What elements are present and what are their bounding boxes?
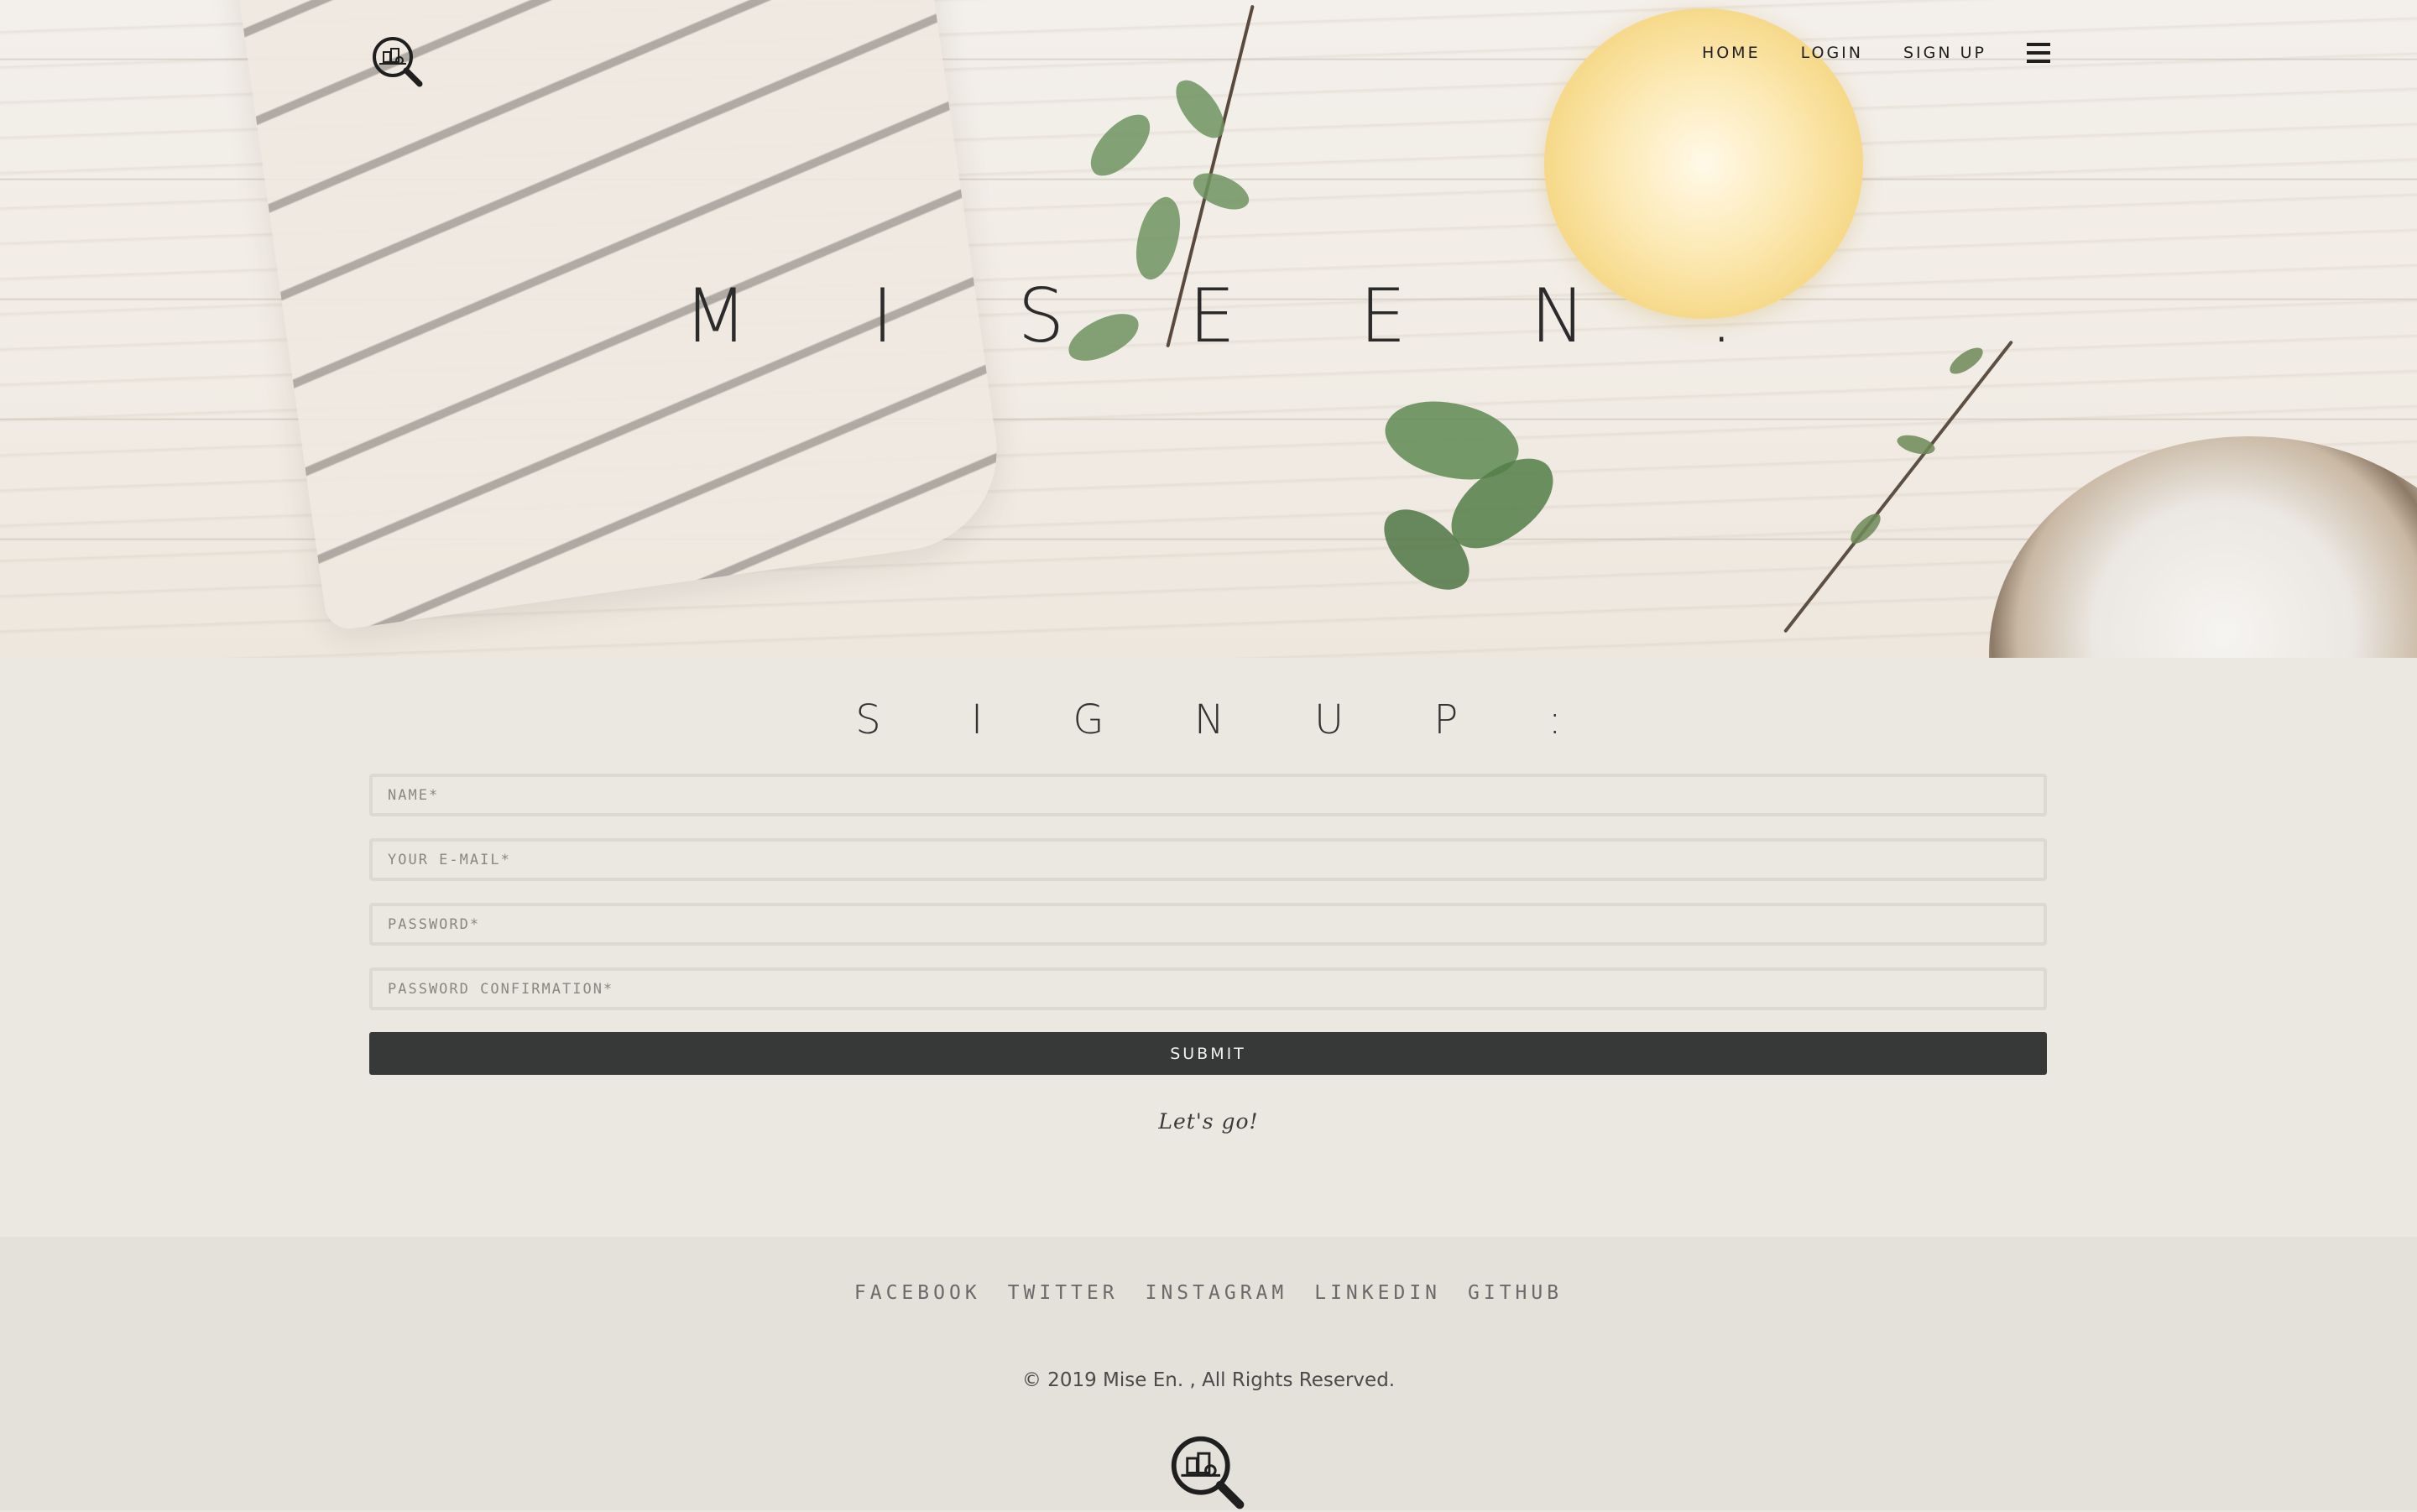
hamburger-menu-icon[interactable]	[2027, 43, 2050, 63]
email-field[interactable]	[369, 838, 2047, 881]
social-links: FACEBOOK TWITTER INSTAGRAM LINKEDIN GITH…	[0, 1282, 2417, 1304]
twitter-link[interactable]: TWITTER	[1008, 1282, 1119, 1304]
magnifier-logo-icon[interactable]	[1167, 1431, 1247, 1512]
nav-signup-link[interactable]: SIGN UP	[1903, 44, 1986, 62]
nav-login-link[interactable]: LOGIN	[1801, 44, 1863, 62]
menu-line	[2027, 51, 2050, 55]
password-field[interactable]	[369, 903, 2047, 946]
magnifier-logo-icon[interactable]	[369, 34, 425, 89]
instagram-link[interactable]: INSTAGRAM	[1146, 1282, 1288, 1304]
menu-line	[2027, 43, 2050, 46]
hero-banner: HOME LOGIN SIGN UP M I S E E N .	[0, 0, 2417, 658]
linkedin-link[interactable]: LINKEDIN	[1314, 1282, 1441, 1304]
signup-heading: S I G N U P :	[855, 696, 1600, 743]
name-field[interactable]	[369, 774, 2047, 816]
site-title: M I S E E N .	[683, 273, 1784, 359]
password-confirmation-field[interactable]	[369, 967, 2047, 1010]
copyright-text: © 2019 Mise En. , All Rights Reserved.	[1021, 1369, 1396, 1391]
tagline: Let's go!	[1158, 1109, 1259, 1134]
footer: FACEBOOK TWITTER INSTAGRAM LINKEDIN GITH…	[0, 1237, 2417, 1510]
top-navigation: HOME LOGIN SIGN UP	[1702, 40, 2050, 65]
menu-line	[2027, 60, 2050, 63]
submit-button[interactable]: SUBMIT	[369, 1032, 2047, 1075]
github-link[interactable]: GITHUB	[1468, 1282, 1563, 1304]
signup-form: SUBMIT	[369, 774, 2047, 1075]
facebook-link[interactable]: FACEBOOK	[854, 1282, 981, 1304]
nav-home-link[interactable]: HOME	[1702, 44, 1761, 62]
